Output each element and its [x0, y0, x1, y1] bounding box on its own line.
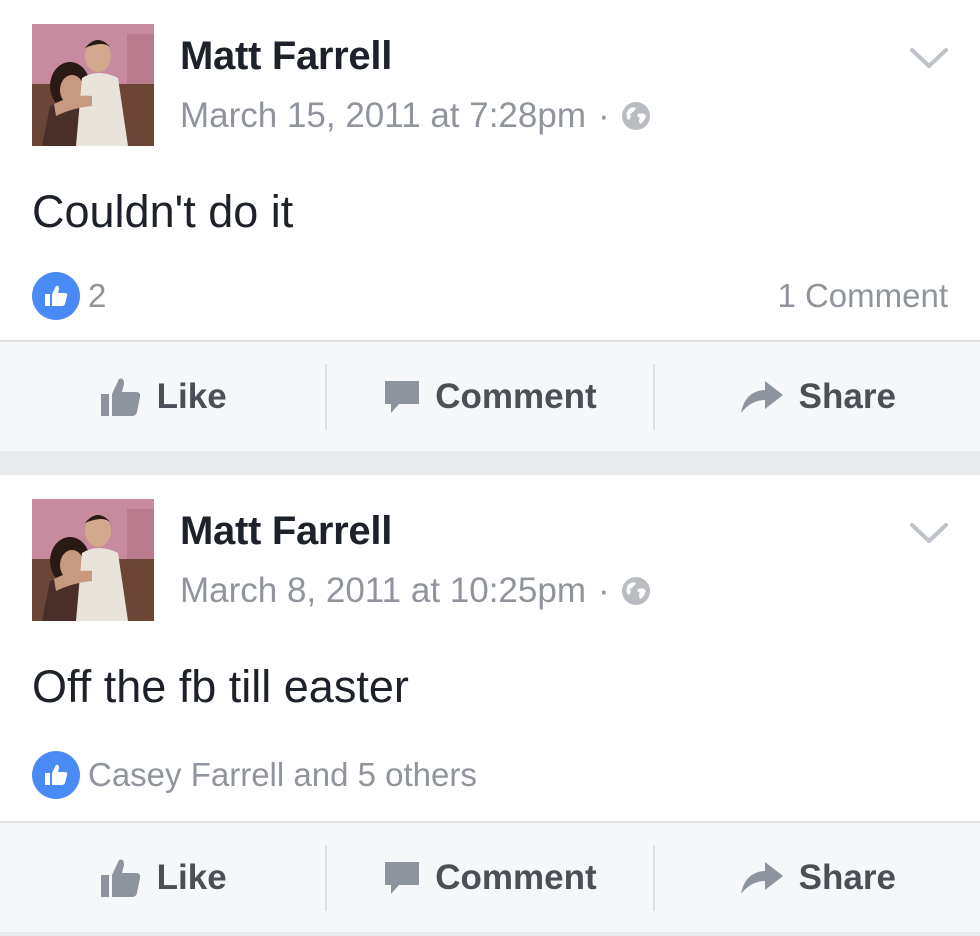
comment-label: Comment: [435, 376, 597, 416]
like-label: Like: [156, 376, 227, 416]
meta-separator: ·: [598, 96, 610, 135]
action-bar: Like Comment Share: [0, 821, 980, 932]
thumbs-up-icon: [32, 272, 80, 320]
share-arrow-icon: [740, 380, 783, 413]
thumbs-up-icon: [32, 751, 80, 799]
globe-icon[interactable]: [620, 575, 652, 607]
globe-icon[interactable]: [620, 100, 652, 132]
post-meta: March 8, 2011 at 10:25pm ·: [180, 571, 652, 611]
comment-button[interactable]: Comment: [327, 823, 652, 932]
reaction-names[interactable]: Casey Farrell and 5 others: [88, 756, 477, 794]
post-timestamp[interactable]: March 15, 2011 at 7:28pm: [180, 96, 586, 136]
chevron-down-icon[interactable]: [908, 44, 950, 72]
share-label: Share: [798, 376, 896, 416]
comment-button[interactable]: Comment: [327, 342, 652, 451]
like-label: Like: [156, 857, 227, 897]
reactions-summary[interactable]: 2 1 Comment: [32, 272, 948, 320]
speech-bubble-icon: [385, 861, 420, 894]
like-button[interactable]: Like: [0, 823, 325, 932]
chevron-down-icon[interactable]: [908, 519, 950, 547]
speech-bubble-icon: [385, 380, 420, 413]
thumbs-up-icon: [100, 378, 140, 416]
post-text: Couldn't do it: [32, 186, 294, 237]
post-author[interactable]: Matt Farrell: [180, 509, 392, 554]
reactions-summary[interactable]: Casey Farrell and 5 others: [32, 751, 948, 799]
action-bar: Like Comment Share: [0, 340, 980, 451]
thumbs-up-icon: [100, 859, 140, 897]
meta-separator: ·: [598, 571, 610, 610]
share-button[interactable]: Share: [655, 342, 980, 451]
share-label: Share: [798, 857, 896, 897]
share-arrow-icon: [740, 861, 783, 894]
post-author[interactable]: Matt Farrell: [180, 34, 392, 79]
feed-post: Matt Farrell March 15, 2011 at 7:28pm · …: [0, 0, 980, 451]
feed-post: Matt Farrell March 8, 2011 at 10:25pm · …: [0, 475, 980, 932]
share-button[interactable]: Share: [655, 823, 980, 932]
comment-label: Comment: [435, 857, 597, 897]
post-text: Off the fb till easter: [32, 661, 409, 712]
avatar[interactable]: [32, 24, 154, 146]
like-button[interactable]: Like: [0, 342, 325, 451]
comment-count[interactable]: 1 Comment: [777, 277, 948, 315]
post-meta: March 15, 2011 at 7:28pm ·: [180, 96, 652, 136]
avatar[interactable]: [32, 499, 154, 621]
reaction-count: 2: [88, 277, 107, 314]
post-timestamp[interactable]: March 8, 2011 at 10:25pm: [180, 571, 586, 611]
